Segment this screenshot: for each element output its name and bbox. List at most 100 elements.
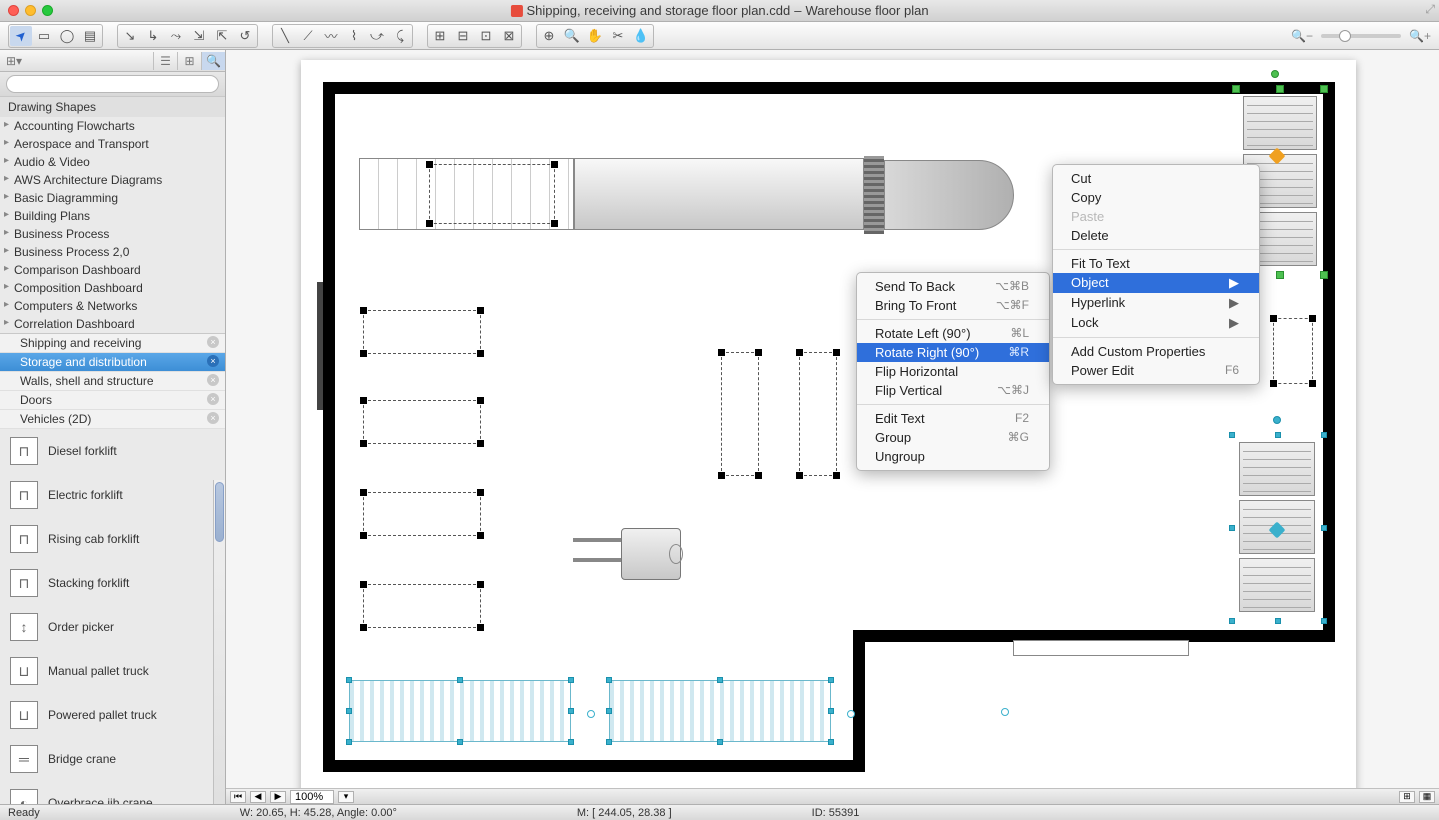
menu-bring-to-front[interactable]: Bring To Front⌥⌘F <box>857 296 1049 315</box>
menu-flip-horizontal[interactable]: Flip Horizontal <box>857 362 1049 381</box>
minimize-window-button[interactable] <box>25 5 36 16</box>
connection-point[interactable] <box>1001 708 1009 716</box>
zoom-fit-button[interactable]: ⊕ <box>538 26 560 46</box>
ellipse-tool-button[interactable]: ◯ <box>56 26 78 46</box>
menu-flip-vertical[interactable]: Flip Vertical⌥⌘J <box>857 381 1049 400</box>
connector-tool-1[interactable]: ↘ <box>119 26 141 46</box>
close-icon[interactable]: × <box>207 393 219 405</box>
crane-shape[interactable] <box>609 680 831 742</box>
eyedrop-tool-button[interactable]: 💧 <box>630 26 652 46</box>
align-tool-3[interactable]: ⊡ <box>475 26 497 46</box>
menu-delete[interactable]: Delete <box>1053 226 1259 245</box>
shape-thumbnail[interactable]: ⊓Stacking forklift <box>0 561 225 605</box>
shape-thumbnail[interactable]: ◐Overbrace jib crane <box>0 781 225 804</box>
line-tool-5[interactable]: ⤻ <box>366 26 388 46</box>
category-item[interactable]: Business Process <box>0 225 225 243</box>
selection-rect[interactable] <box>799 352 837 476</box>
shape-thumbnail[interactable]: ⊓Electric forklift <box>0 473 225 517</box>
close-icon[interactable]: × <box>207 336 219 348</box>
library-scrollbar[interactable] <box>213 480 225 804</box>
expand-icon[interactable]: ⤢ <box>1425 2 1435 17</box>
menu-power-edit[interactable]: Power EditF6 <box>1053 361 1259 380</box>
list-view-button[interactable]: ☰ <box>153 52 177 70</box>
category-item[interactable]: Computers & Networks <box>0 297 225 315</box>
selection-rect[interactable] <box>363 492 481 536</box>
search-view-button[interactable]: 🔍 <box>201 52 225 70</box>
selection-rect[interactable] <box>363 310 481 354</box>
connector-tool-6[interactable]: ↺ <box>234 26 256 46</box>
page-first-button[interactable]: ⏮ <box>230 791 246 803</box>
category-item[interactable]: Accounting Flowcharts <box>0 117 225 135</box>
shape-thumbnail[interactable]: ⊓Rising cab forklift <box>0 517 225 561</box>
close-window-button[interactable] <box>8 5 19 16</box>
library-item[interactable]: Doors× <box>0 391 225 410</box>
selection-rect[interactable] <box>1273 318 1313 384</box>
rect-tool-button[interactable]: ▭ <box>33 26 55 46</box>
view-grid-icon[interactable]: ⊞ <box>1399 791 1415 803</box>
zoom-in-icon[interactable]: 🔍+ <box>1409 29 1431 43</box>
pointer-tool-button[interactable] <box>10 26 32 46</box>
zoom-field[interactable] <box>290 790 334 804</box>
close-icon[interactable]: × <box>207 412 219 424</box>
view-presentation-icon[interactable]: ▦ <box>1419 791 1435 803</box>
line-tool-4[interactable]: ⌇ <box>343 26 365 46</box>
align-tool-4[interactable]: ⊠ <box>498 26 520 46</box>
category-item[interactable]: Aerospace and Transport <box>0 135 225 153</box>
shape-thumbnail[interactable]: ⊓Diesel forklift <box>0 429 225 473</box>
connector-tool-3[interactable]: ⤳ <box>165 26 187 46</box>
selection-rect[interactable] <box>721 352 759 476</box>
connector-tool-5[interactable]: ⇱ <box>211 26 233 46</box>
menu-lock[interactable]: Lock▶ <box>1053 313 1259 333</box>
shape-thumbnail[interactable]: ═Bridge crane <box>0 737 225 781</box>
zoom-slider[interactable] <box>1321 34 1401 38</box>
connector-tool-4[interactable]: ⇲ <box>188 26 210 46</box>
menu-hyperlink[interactable]: Hyperlink▶ <box>1053 293 1259 313</box>
library-item[interactable]: Shipping and receiving× <box>0 334 225 353</box>
line-tool-2[interactable]: ⟋ <box>297 26 319 46</box>
close-icon[interactable]: × <box>207 355 219 367</box>
zoom-dropdown-button[interactable]: ▾ <box>338 791 354 803</box>
library-item[interactable]: Storage and distribution× <box>0 353 225 372</box>
tree-view-button[interactable]: ⊞▾ <box>0 54 28 68</box>
selection-rect[interactable] <box>429 164 555 224</box>
menu-cut[interactable]: Cut <box>1053 169 1259 188</box>
page-next-button[interactable]: ▶ <box>270 791 286 803</box>
library-search-input[interactable] <box>6 75 219 93</box>
connector-tool-2[interactable]: ↳ <box>142 26 164 46</box>
library-item[interactable]: Vehicles (2D)× <box>0 410 225 429</box>
category-item[interactable]: Audio & Video <box>0 153 225 171</box>
page-prev-button[interactable]: ◀ <box>250 791 266 803</box>
category-item[interactable]: Basic Diagramming <box>0 189 225 207</box>
connection-point[interactable] <box>587 710 595 718</box>
library-item[interactable]: Walls, shell and structure× <box>0 372 225 391</box>
align-tool-2[interactable]: ⊟ <box>452 26 474 46</box>
shape-thumbnail[interactable]: ↕Order picker <box>0 605 225 649</box>
line-tool-6[interactable]: ⤹ <box>389 26 411 46</box>
category-item[interactable]: Building Plans <box>0 207 225 225</box>
close-icon[interactable]: × <box>207 374 219 386</box>
zoom-out-icon[interactable]: 🔍− <box>1291 29 1313 43</box>
menu-add-custom-props[interactable]: Add Custom Properties <box>1053 342 1259 361</box>
rack-group[interactable] <box>1233 436 1323 620</box>
selection-rect[interactable] <box>363 400 481 444</box>
zoom-select-button[interactable]: 🔍 <box>561 26 583 46</box>
forklift-shape[interactable] <box>573 520 693 590</box>
menu-send-to-back[interactable]: Send To Back⌥⌘B <box>857 277 1049 296</box>
line-tool-3[interactable]: 〰 <box>320 26 342 46</box>
menu-edit-text[interactable]: Edit TextF2 <box>857 409 1049 428</box>
menu-object[interactable]: Object▶ <box>1053 273 1259 293</box>
menu-rotate-right[interactable]: Rotate Right (90°)⌘R <box>857 343 1049 362</box>
maximize-window-button[interactable] <box>42 5 53 16</box>
line-tool-1[interactable]: ╲ <box>274 26 296 46</box>
menu-ungroup[interactable]: Ungroup <box>857 447 1049 466</box>
pan-tool-button[interactable]: ✋ <box>584 26 606 46</box>
align-tool-1[interactable]: ⊞ <box>429 26 451 46</box>
shape-thumbnail[interactable]: ⊔Powered pallet truck <box>0 693 225 737</box>
menu-fit-to-text[interactable]: Fit To Text <box>1053 254 1259 273</box>
crane-shape[interactable] <box>349 680 571 742</box>
category-item[interactable]: Comparison Dashboard <box>0 261 225 279</box>
text-tool-button[interactable]: ▤ <box>79 26 101 46</box>
shape-thumbnail[interactable]: ⊔Manual pallet truck <box>0 649 225 693</box>
menu-rotate-left[interactable]: Rotate Left (90°)⌘L <box>857 324 1049 343</box>
category-item[interactable]: Business Process 2,0 <box>0 243 225 261</box>
